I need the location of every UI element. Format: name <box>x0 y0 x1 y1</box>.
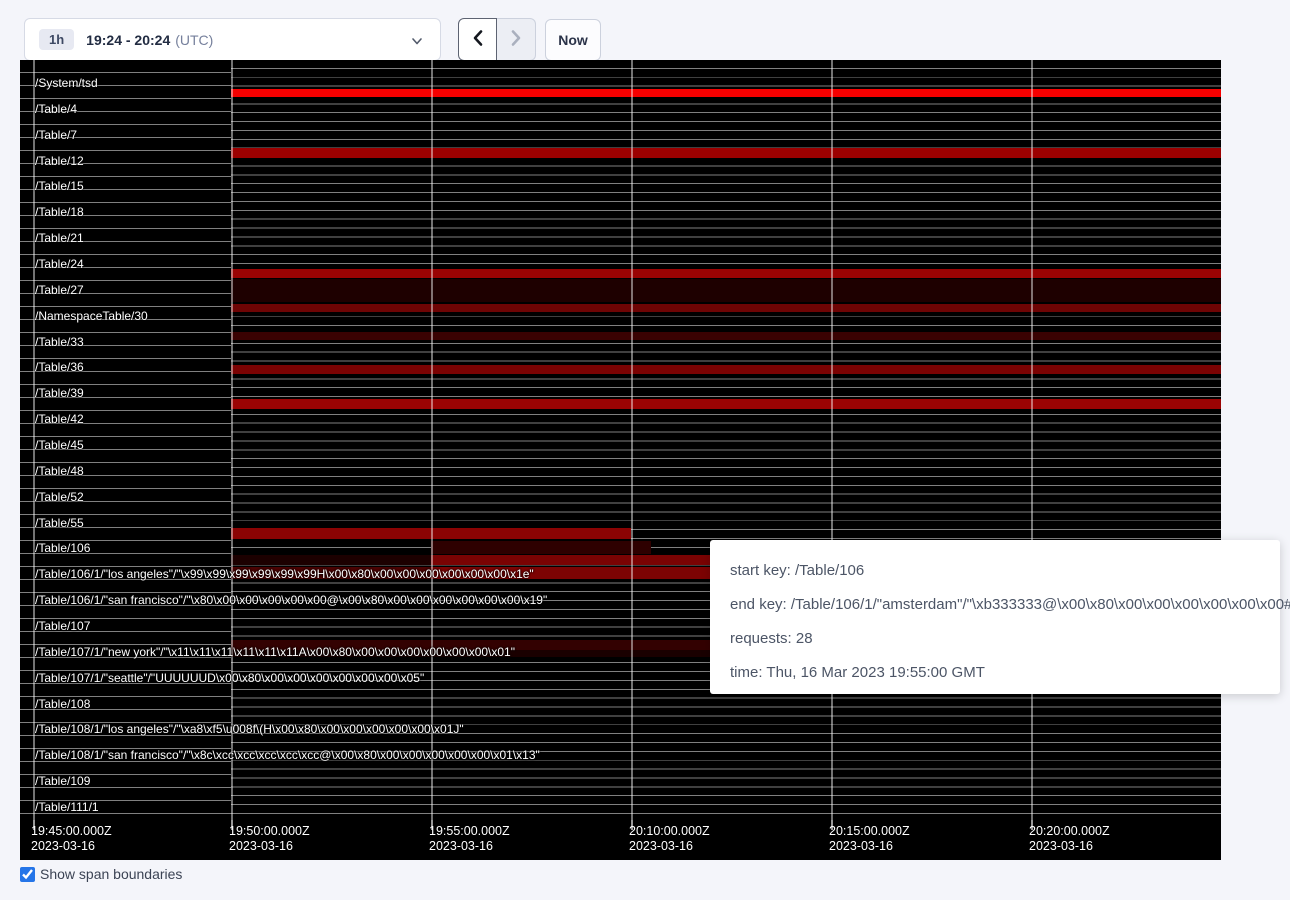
row-label: /Table/45 <box>35 438 84 452</box>
row-label: /Table/106/1/"los angeles"/"\x99\x99\x99… <box>35 567 534 581</box>
heat-band <box>231 555 431 565</box>
row-label: /Table/39 <box>35 386 84 400</box>
chevron-right-icon <box>508 29 524 50</box>
row-label: /Table/55 <box>35 516 84 530</box>
chevron-left-icon <box>470 29 486 50</box>
row-label: /Table/36 <box>35 360 84 374</box>
time-gridline <box>631 60 633 820</box>
tooltip-end-key: end key: /Table/106/1/"amsterdam"/"\xb33… <box>730 588 1260 622</box>
heat-band <box>231 89 1221 97</box>
row-label: /Table/21 <box>35 231 84 245</box>
row-label: /Table/109 <box>35 774 90 788</box>
time-gridline <box>831 60 833 820</box>
heat-band <box>231 304 1221 312</box>
heat-band <box>231 279 1221 302</box>
x-axis-label: 19:55:00.000Z2023-03-16 <box>429 824 510 854</box>
time-range-text: 19:24 - 20:24(UTC) <box>86 32 213 48</box>
now-button[interactable]: Now <box>545 19 601 61</box>
row-label: /Table/111/1 <box>35 800 99 814</box>
heat-band <box>231 365 1221 374</box>
row-label: /NamespaceTable/30 <box>35 309 148 323</box>
tooltip-time: time: Thu, 16 Mar 2023 19:55:00 GMT <box>730 656 1260 690</box>
row-label: /Table/106/1/"san francisco"/"\x80\x00\x… <box>35 593 547 607</box>
x-axis-label: 19:50:00.000Z2023-03-16 <box>229 824 310 854</box>
row-label: /Table/107/1/"new york"/"\x11\x11\x11\x1… <box>35 645 515 659</box>
span-boundaries-grid-right <box>231 60 1221 820</box>
time-nav-group <box>458 18 536 61</box>
time-gridline <box>1031 60 1033 820</box>
row-label: /Table/42 <box>35 412 84 426</box>
row-label: /Table/4 <box>35 102 77 116</box>
toolbar: 1h 19:24 - 20:24(UTC) Now <box>0 0 1290 60</box>
x-axis-label: 19:45:00.000Z2023-03-16 <box>31 824 112 854</box>
heat-band <box>231 332 1221 340</box>
row-label: /Table/15 <box>35 179 84 193</box>
show-span-boundaries-checkbox[interactable] <box>20 867 35 882</box>
row-label: /Table/108/1/"san francisco"/"\x8c\xcc\x… <box>35 748 540 762</box>
row-label: /Table/108 <box>35 697 90 711</box>
prev-time-button[interactable] <box>458 18 497 61</box>
duration-badge: 1h <box>39 29 74 50</box>
show-span-boundaries-label: Show span boundaries <box>40 866 182 882</box>
row-label: /Table/33 <box>35 335 84 349</box>
heat-band <box>231 148 1221 158</box>
hover-tooltip: start key: /Table/106 end key: /Table/10… <box>710 540 1280 694</box>
x-axis-label: 20:10:00.000Z2023-03-16 <box>629 824 710 854</box>
row-label: /Table/106 <box>35 541 90 555</box>
row-label: /Table/52 <box>35 490 84 504</box>
x-axis-label: 20:15:00.000Z2023-03-16 <box>829 824 910 854</box>
key-visualizer-canvas[interactable]: /System/tsd/Table/4/Table/7/Table/12/Tab… <box>20 60 1221 860</box>
row-label: /Table/24 <box>35 257 84 271</box>
show-span-boundaries-control[interactable]: Show span boundaries <box>20 866 182 882</box>
time-gridline <box>231 60 233 820</box>
row-label: /Table/107/1/"seattle"/"UUUUUUD\x00\x80\… <box>35 671 424 685</box>
tooltip-start-key: start key: /Table/106 <box>730 554 1260 588</box>
row-label: /Table/27 <box>35 283 84 297</box>
time-gridline <box>431 60 433 820</box>
heat-band <box>231 399 1221 409</box>
row-label: /Table/12 <box>35 154 84 168</box>
timezone-text: (UTC) <box>175 32 213 48</box>
tooltip-requests: requests: 28 <box>730 622 1260 656</box>
time-range-select[interactable]: 1h 19:24 - 20:24(UTC) <box>24 18 441 61</box>
row-label: /Table/18 <box>35 205 84 219</box>
row-label: /Table/108/1/"los angeles"/"\xa8\xf5\u00… <box>35 722 464 736</box>
chevron-down-icon <box>410 34 424 53</box>
heat-band <box>231 269 1221 278</box>
heat-band <box>431 541 651 554</box>
row-label: /Table/107 <box>35 619 90 633</box>
row-label: /Table/48 <box>35 464 84 478</box>
row-label: /System/tsd <box>35 76 98 90</box>
next-time-button[interactable] <box>497 18 536 61</box>
row-label: /Table/7 <box>35 128 77 142</box>
x-axis-label: 20:20:00.000Z2023-03-16 <box>1029 824 1110 854</box>
